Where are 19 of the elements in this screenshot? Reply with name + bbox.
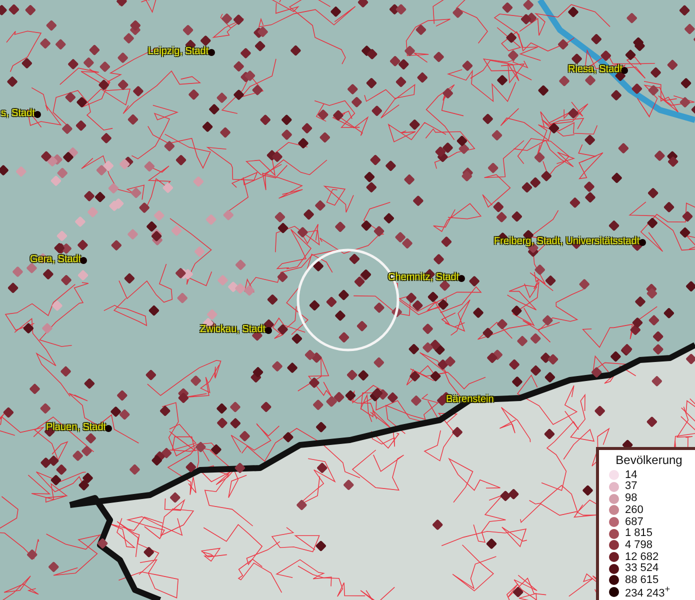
legend-title: Bevölkerung	[614, 453, 684, 468]
city-label: Chemnitz, Stadt	[388, 272, 460, 284]
legend-label: 14	[625, 470, 638, 481]
legend-label: 4 798	[625, 540, 653, 551]
city-label: Gera, Stadt	[30, 254, 82, 266]
city-label: Zwickau, Stadt	[200, 324, 266, 336]
legend-label: 88 615	[625, 574, 659, 586]
legend-label: 33 524	[625, 563, 659, 574]
legend-label: 98	[625, 493, 638, 504]
city-marker-icon	[34, 110, 41, 118]
legend-label: 234 243$^{+}$	[625, 584, 670, 600]
legend-label: 37	[625, 481, 638, 492]
legend-label: 12 682	[625, 552, 659, 563]
city-label: Leipzig, Stadt	[148, 46, 209, 58]
legend-label: 260	[625, 504, 644, 516]
city-marker-icon	[638, 238, 646, 246]
legend-label: 687	[625, 516, 644, 528]
city-marker-icon	[208, 48, 215, 56]
legend-label: 1 815	[625, 528, 653, 540]
